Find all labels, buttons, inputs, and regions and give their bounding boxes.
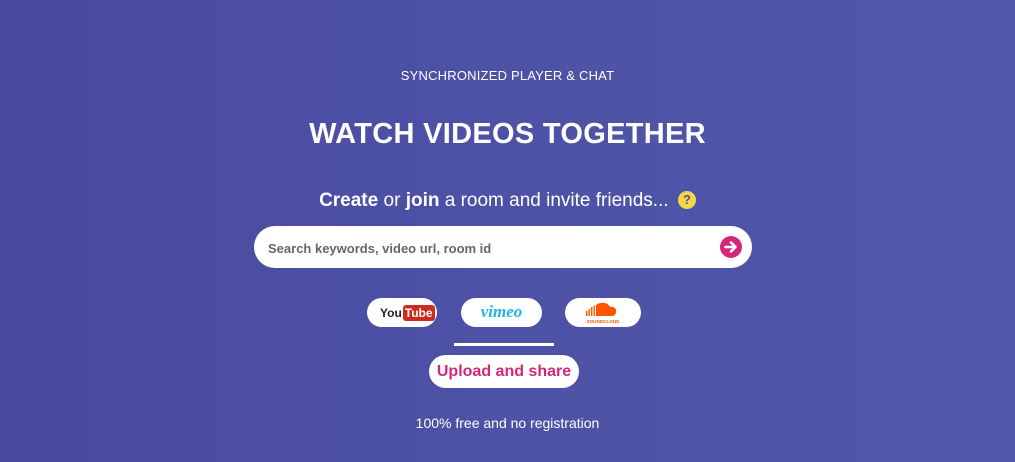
soundcloud-button[interactable]: SOUNDCLOUD (565, 298, 641, 327)
youtube-button[interactable]: You Tube (367, 298, 437, 327)
create-word: Create (319, 190, 379, 211)
vimeo-button[interactable]: vimeo (461, 298, 542, 327)
page-title: WATCH VIDEOS TOGETHER (309, 118, 706, 150)
arrow-right-circle-icon[interactable] (720, 236, 742, 258)
youtube-logo-icon: You Tube (380, 305, 435, 321)
subline-rest: a room and invite friends... (444, 190, 669, 211)
upload-and-share-button[interactable]: Upload and share (429, 355, 579, 388)
vimeo-logo-icon: vimeo (480, 302, 523, 321)
active-tab-indicator (454, 343, 554, 346)
join-word: join (405, 190, 440, 211)
help-icon[interactable]: ? (677, 191, 696, 209)
search-box (254, 226, 752, 270)
footer-note: 100% free and no registration (415, 415, 600, 431)
or-word: or (383, 190, 401, 211)
soundcloud-logo-icon: SOUNDCLOUD (586, 302, 621, 324)
hero-subline: Create or join a room and invite friends… (0, 190, 1015, 212)
svg-text:SOUNDCLOUD: SOUNDCLOUD (587, 319, 621, 324)
eyebrow-text: SYNCHRONIZED PLAYER & CHAT (400, 68, 615, 83)
search-input[interactable] (266, 226, 710, 270)
